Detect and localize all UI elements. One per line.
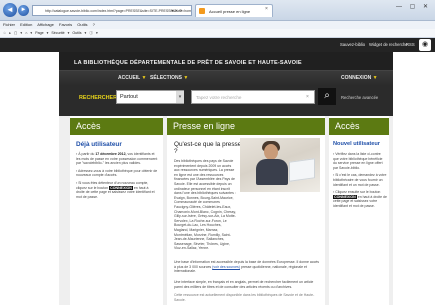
- search-label: RECHERCHER: [79, 95, 118, 101]
- search-icon: ⌕: [324, 90, 330, 101]
- right-panel-subtitle: Nouvel utilisateur: [333, 141, 380, 147]
- list-item: ▪ Cliquez ensuite sur le bouton CONNEXIO…: [333, 190, 387, 208]
- nav-connexion-label: CONNEXION: [341, 75, 372, 81]
- nav-accueil-label: ACCUEIL: [118, 75, 141, 81]
- menu-item-outils[interactable]: Outils: [77, 22, 87, 27]
- nav-accueil[interactable]: ACCUEIL ▼: [118, 75, 146, 81]
- photo-person-body: [256, 159, 288, 185]
- sources-link[interactable]: (voir des sources): [212, 265, 240, 269]
- favicon-icon: [199, 8, 205, 14]
- browser-tab[interactable]: Accueil presse en ligne: [195, 4, 273, 17]
- menu-item-favoris[interactable]: Favoris: [59, 22, 72, 27]
- right-panel-heading: Accès: [329, 118, 389, 135]
- left-bullet-list: ▪ À partir du 17 décembre 2012, vos iden…: [76, 152, 158, 199]
- right-bullet-list: ▪ Vérifiez dans la liste ci-contre que v…: [333, 152, 387, 209]
- list-item: ▪ Vérifiez dans la liste ci-contre que v…: [333, 152, 383, 170]
- list-item: ▪ Si c'est le cas, demandez à votre bibl…: [333, 173, 387, 187]
- site-title: LA BIBLIOTHÈQUE DÉPARTEMENTALE DE PRÊT D…: [74, 60, 302, 66]
- article-body-intro: Des bibliothèques des pays de Savoie exp…: [174, 159, 236, 251]
- command-bar[interactable]: ☆ ▸ ▢ ▾ ⌂ ▾ Page ▾ Sécurité ▾ Outils ▾ ⓘ…: [0, 29, 435, 38]
- connexion-inline-button[interactable]: CONNEXION: [333, 194, 357, 199]
- menu-item-help[interactable]: ?: [93, 22, 95, 27]
- search-scope-select[interactable]: Partout: [116, 90, 184, 104]
- photo-person-face: [264, 144, 278, 160]
- window-controls[interactable]: — ▢ ✕: [396, 3, 431, 10]
- clear-icon[interactable]: ×: [306, 91, 309, 103]
- nav-selections-label: SÉLECTIONS: [150, 75, 182, 81]
- search-button[interactable]: ⌕: [318, 88, 336, 105]
- caret-down-icon: ▼: [372, 75, 378, 81]
- list-item: ▪ Adressez-vous à votre bibliothèque pou…: [76, 168, 158, 178]
- tab-close-icon[interactable]: ×: [265, 6, 268, 12]
- address-controls[interactable]: ▾ ✕ ⟳: [162, 5, 192, 16]
- menu-item-affichage[interactable]: Affichage: [37, 22, 54, 27]
- caret-down-icon: ▼: [183, 75, 189, 81]
- menu-bar: Fichier Edition Affichage Favoris Outils…: [0, 21, 435, 29]
- widget-link[interactable]: Widget de recherche: [369, 42, 408, 47]
- savoie-biblio-link[interactable]: Sauvez-biblio: [340, 42, 365, 47]
- article-paragraph-3: Une interface simple, en français et en …: [174, 280, 314, 289]
- tab-label: Accueil presse en ligne: [209, 9, 251, 14]
- list-item: ▪ À partir du 17 décembre 2012, vos iden…: [76, 152, 158, 166]
- back-button[interactable]: ◄: [3, 3, 17, 17]
- rss-icon[interactable]: ◉: [419, 39, 431, 51]
- menu-item-fichier[interactable]: Fichier: [3, 22, 15, 27]
- left-panel-heading: Accès: [70, 118, 163, 135]
- middle-panel-heading: Presse en ligne: [167, 118, 325, 135]
- photo-laptop: [289, 158, 315, 182]
- nav-connexion[interactable]: CONNEXION ▼: [341, 75, 378, 81]
- article-footer-text: Cette ressource est actuellement disponi…: [174, 293, 315, 302]
- menu-item-edition[interactable]: Edition: [20, 22, 32, 27]
- nav-selections[interactable]: SÉLECTIONS ▼: [150, 75, 188, 81]
- list-item: ▪ Si vous êtes détenteur d'un nouveau co…: [76, 180, 155, 199]
- search-input[interactable]: Tapez votre recherche: [191, 90, 315, 104]
- article-paragraph-2: Une base d'information est accessible de…: [174, 260, 320, 274]
- rss-link[interactable]: RSS: [406, 42, 415, 47]
- caret-down-icon: ▼: [141, 75, 147, 81]
- connexion-inline-button[interactable]: CONNEXION: [109, 185, 133, 190]
- advanced-search-link[interactable]: Recherche avancée: [341, 95, 378, 100]
- left-panel-subtitle: Déjà utilisateur: [76, 141, 122, 148]
- chevron-down-icon[interactable]: ▾: [176, 91, 184, 103]
- forward-button[interactable]: ►: [18, 5, 29, 16]
